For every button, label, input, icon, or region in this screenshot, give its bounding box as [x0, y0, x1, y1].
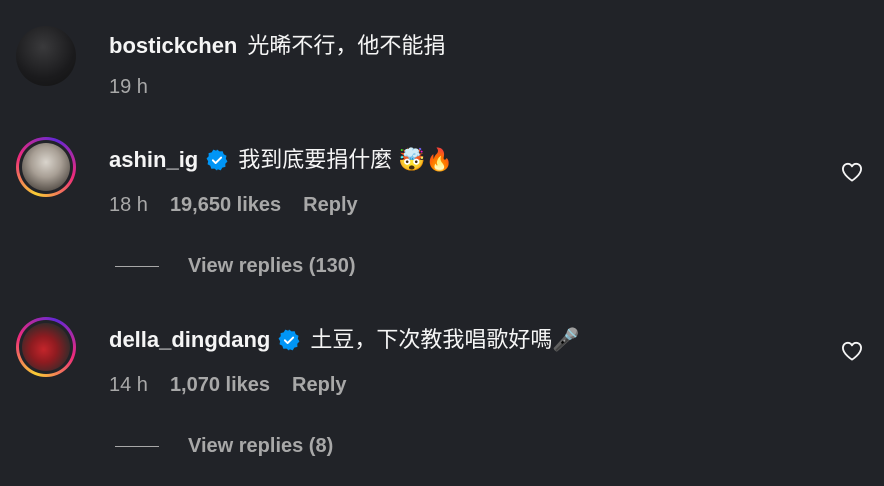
comment-bostickchen: bostickchen 光晞不行，他不能捐 19 h: [0, 0, 884, 120]
verified-badge-icon: [278, 329, 300, 351]
username[interactable]: bostickchen: [109, 32, 237, 60]
thread-line: [115, 446, 159, 447]
reply-button[interactable]: Reply: [292, 373, 346, 397]
comment-time[interactable]: 18 h: [109, 193, 148, 217]
avatar[interactable]: [16, 317, 76, 377]
view-replies-label[interactable]: View replies (130): [188, 255, 356, 278]
comment-text: 我到底要捐什麼 🤯🔥: [238, 147, 454, 172]
thread-line: [115, 266, 159, 267]
comment-ashin-ig: ashin_ig 我到底要捐什麼 🤯🔥 18 h 19,650 likes Re…: [0, 120, 884, 300]
likes-count[interactable]: 19,650 likes: [170, 193, 281, 217]
comment-time[interactable]: 14 h: [109, 373, 148, 397]
comment-text: 光晞不行，他不能捐: [247, 33, 446, 58]
comment-della-dingdang: della_dingdang 土豆，下次教我唱歌好嗎🎤 14 h 1,070 l…: [0, 300, 884, 486]
username[interactable]: della_dingdang: [109, 326, 270, 354]
likes-count[interactable]: 1,070 likes: [170, 373, 270, 397]
view-replies-button[interactable]: View replies (8): [115, 435, 333, 458]
avatar-photo: [22, 323, 70, 371]
avatar[interactable]: [16, 26, 76, 86]
comment-text: 土豆，下次教我唱歌好嗎🎤: [310, 327, 580, 352]
verified-badge-icon: [206, 149, 228, 171]
heart-icon[interactable]: [841, 341, 863, 361]
comment-time[interactable]: 19 h: [109, 75, 148, 99]
username[interactable]: ashin_ig: [109, 146, 198, 174]
view-replies-label[interactable]: View replies (8): [188, 435, 333, 458]
heart-icon[interactable]: [841, 162, 863, 182]
view-replies-button[interactable]: View replies (130): [115, 255, 356, 278]
avatar-photo: [22, 143, 70, 191]
reply-button[interactable]: Reply: [303, 193, 357, 217]
avatar[interactable]: [16, 137, 76, 197]
